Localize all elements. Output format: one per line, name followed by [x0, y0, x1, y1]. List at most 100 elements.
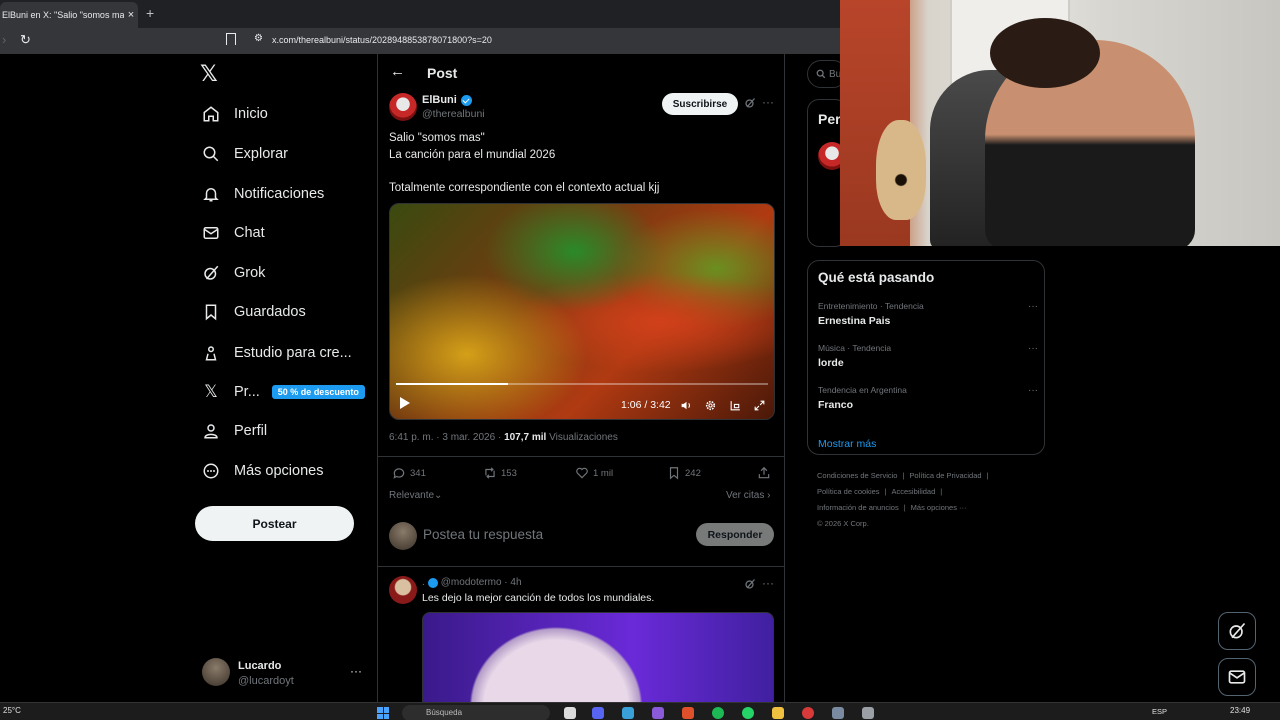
views-label: Visualizaciones — [546, 432, 618, 443]
footer-link[interactable]: Política de cookies — [817, 487, 880, 496]
bookmark-star-icon[interactable] — [226, 33, 236, 45]
grok-icon[interactable] — [744, 577, 756, 595]
weather-widget[interactable]: 25°C — [3, 706, 21, 715]
nav-label: Grok — [234, 265, 266, 281]
fullscreen-icon[interactable] — [752, 398, 766, 412]
author-handle[interactable]: @therealbuni — [422, 108, 485, 120]
nav-label: Estudio para cre... — [234, 345, 352, 361]
video-progress-bar[interactable] — [396, 383, 768, 385]
nav-item-explorar[interactable]: Explorar — [200, 136, 288, 172]
input-language[interactable]: ESP — [1152, 707, 1167, 716]
taskbar-app-icon[interactable] — [802, 707, 814, 719]
nav-item-premium[interactable]: 𝕏 Pr... 50 % de descuento — [200, 374, 365, 410]
nav-item-notificaciones[interactable]: Notificaciones — [200, 176, 324, 212]
spotify-icon[interactable] — [712, 707, 724, 719]
footer-link[interactable]: Más opciones ··· — [911, 503, 967, 512]
reply-action[interactable]: 341 — [392, 466, 426, 480]
reload-icon[interactable]: ↻ — [20, 32, 31, 48]
avatar — [202, 658, 230, 686]
reply-author-row[interactable]: . @modotermo · 4h — [422, 577, 522, 588]
tab-title: ElBuni en X: "Salio "somos mas" — [2, 10, 124, 20]
trend-item[interactable]: Entretenimiento · Tendencia Ernestina Pa… — [818, 301, 1038, 333]
reply-more-icon[interactable]: ··· — [762, 576, 774, 590]
nav-item-guardados[interactable]: Guardados — [200, 294, 306, 330]
account-more-icon[interactable]: ··· — [350, 664, 362, 678]
nav-item-estudio[interactable]: Estudio para cre... — [200, 335, 352, 371]
taskbar-app-icon[interactable] — [652, 707, 664, 719]
back-arrow-icon[interactable]: ← — [390, 63, 405, 80]
like-action[interactable]: 1 mil — [575, 466, 613, 480]
trend-more-icon[interactable]: ··· — [1028, 343, 1038, 354]
nav-label: Notificaciones — [234, 186, 325, 202]
trend-item[interactable]: Música · Tendencia lorde ··· — [818, 343, 1038, 375]
windows-start-icon[interactable] — [377, 707, 389, 719]
promo-badge[interactable]: 50 % de descuento — [271, 385, 365, 399]
x-premium-icon: 𝕏 — [204, 382, 218, 402]
new-tab-button[interactable]: + — [146, 5, 154, 21]
messages-fab-button[interactable] — [1218, 658, 1256, 696]
browser-tab[interactable]: ElBuni en X: "Salio "somos mas" × — [0, 2, 138, 28]
grok-fab-button[interactable] — [1218, 612, 1256, 650]
divider — [378, 456, 784, 457]
post-button[interactable]: Postear — [195, 506, 354, 541]
taskbar-app-icon[interactable] — [622, 707, 634, 719]
sort-replies-dropdown[interactable]: Relevante⌄ — [389, 490, 442, 501]
volume-icon[interactable] — [679, 398, 693, 412]
file-explorer-icon[interactable] — [772, 707, 784, 719]
taskbar-search-input[interactable]: Búsqueda — [402, 705, 550, 720]
whatsapp-icon[interactable] — [742, 707, 754, 719]
account-switcher[interactable]: Lucardo @lucardoyt ··· — [202, 658, 372, 688]
bookmark-action[interactable]: 242 — [667, 466, 701, 480]
footer-link[interactable]: Información de anuncios — [817, 503, 899, 512]
picture-in-picture-icon[interactable] — [728, 398, 742, 412]
trend-category: Música · Tendencia — [818, 343, 892, 353]
page-title: Post — [427, 65, 458, 81]
nav-item-chat[interactable]: Chat — [200, 215, 265, 251]
forward-icon[interactable]: › — [2, 32, 6, 47]
nav-item-grok[interactable]: Grok — [200, 255, 265, 291]
play-icon[interactable] — [400, 397, 410, 409]
site-settings-icon[interactable]: ⚙ — [254, 33, 263, 44]
subscribe-button[interactable]: Suscribirse — [662, 93, 738, 115]
trend-item[interactable]: Tendencia en Argentina Franco ··· — [818, 385, 1038, 417]
author-name-row[interactable]: ElBuni — [422, 94, 472, 106]
trend-more-icon[interactable]: ··· — [1028, 301, 1038, 312]
brave-icon[interactable] — [682, 707, 694, 719]
reply-text: Les dejo la mejor canción de todos los m… — [422, 592, 655, 604]
share-action[interactable] — [757, 466, 775, 480]
discord-icon[interactable] — [592, 707, 604, 719]
repost-action[interactable]: 153 — [483, 466, 517, 480]
nav-label: Explorar — [234, 146, 288, 162]
footer-link[interactable]: Política de Privacidad — [909, 471, 981, 480]
footer-link[interactable]: Accesibilidad — [892, 487, 936, 496]
reply-author-avatar[interactable] — [389, 576, 417, 604]
x-logo-icon[interactable]: 𝕏 — [200, 62, 218, 87]
nav-item-mas-opciones[interactable]: Más opciones — [200, 453, 323, 489]
author-avatar[interactable] — [389, 93, 417, 121]
trend-more-icon[interactable]: ··· — [1028, 385, 1038, 396]
show-more-link[interactable]: Mostrar más — [818, 438, 876, 450]
taskbar-app-icon[interactable] — [832, 707, 844, 719]
video-player[interactable]: 1:06 / 3:42 — [389, 203, 775, 420]
share-icon — [758, 466, 770, 479]
tab-close-icon[interactable]: × — [124, 9, 138, 21]
taskbar-app-icon[interactable] — [564, 707, 576, 719]
nav-item-perfil[interactable]: Perfil — [200, 413, 267, 449]
reply-input[interactable]: Postea tu respuesta — [423, 527, 543, 542]
post-timestamp[interactable]: 6:41 p. m. · 3 mar. 2026 · — [389, 432, 504, 443]
footer-link[interactable]: Condiciones de Servicio — [817, 471, 897, 480]
trend-name: Franco — [818, 399, 854, 411]
left-sidebar: 𝕏 Inicio Explorar Notificaciones Chat Gr… — [0, 54, 376, 702]
view-quotes-link[interactable]: Ver citas › — [726, 490, 770, 501]
settings-gear-icon[interactable] — [703, 398, 717, 412]
system-clock[interactable]: 23:49 — [1230, 706, 1250, 715]
url-input[interactable]: x.com/therealbuni/status/202894885387807… — [272, 35, 492, 45]
reply-button[interactable]: Responder — [696, 523, 774, 546]
post-more-icon[interactable]: ··· — [762, 95, 774, 109]
nav-item-inicio[interactable]: Inicio — [200, 96, 268, 132]
grok-icon[interactable] — [744, 96, 756, 114]
bookmark-count: 242 — [685, 467, 701, 479]
webcam-overlay — [840, 0, 1280, 246]
taskbar-app-icon[interactable] — [862, 707, 874, 719]
reply-media[interactable] — [422, 612, 774, 702]
